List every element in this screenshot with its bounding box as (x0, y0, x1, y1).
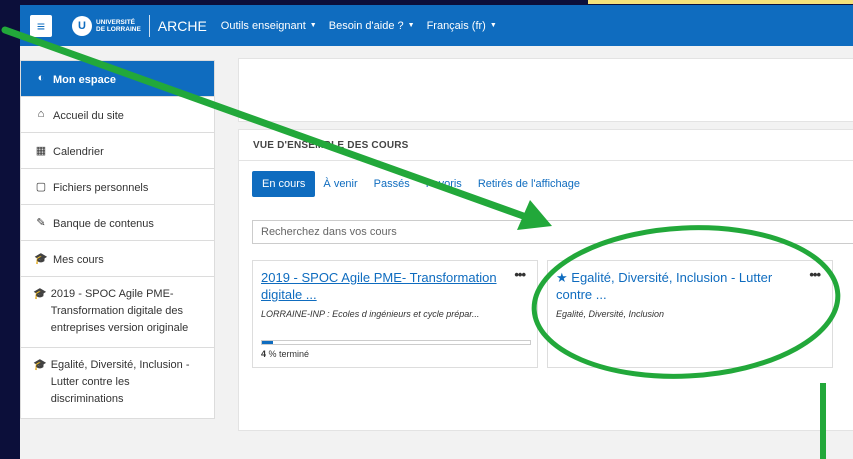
sidebar-item-label: 2019 - SPOC Agile PME-Transformation dig… (50, 288, 189, 334)
course-category: Egalité, Diversité, Inclusion (556, 309, 665, 319)
tab-favoris[interactable]: Favoris (418, 171, 470, 197)
tab-en-cours[interactable]: En cours (252, 171, 316, 197)
sidebar-item-banque[interactable]: ✎ Banque de contenus (21, 205, 214, 241)
nav-language[interactable]: Français (fr) ▼ (427, 20, 497, 32)
sidebar-item-label: Banque de contenus (53, 218, 154, 230)
graduation-cap-icon: 🎓 (33, 359, 47, 371)
sidebar-item-mon-espace[interactable]: ◐ Mon espace (21, 61, 214, 97)
hamburger-menu-icon[interactable]: ≡ (30, 14, 52, 37)
star-icon: ★ (556, 270, 568, 285)
logo-line-1: UNIVERSITÉ (96, 18, 136, 26)
sidebar-item-label: Mon espace (53, 74, 116, 86)
sidebar-item-mes-cours[interactable]: 🎓 Mes cours (21, 241, 214, 277)
yellow-strip (588, 0, 853, 4)
progress-fill (262, 341, 273, 344)
course-card[interactable]: ★ Egalité, Diversité, Inclusion - Lutter… (547, 260, 833, 368)
course-category: LORRAINE-INP : Ecoles d ingénieurs et cy… (261, 309, 480, 319)
graduation-cap-icon: 🎓 (33, 288, 47, 300)
course-card[interactable]: 2019 - SPOC Agile PME- Transformation di… (252, 260, 538, 368)
dashboard-icon: ◐ (37, 72, 45, 84)
sidebar-item-course-egalite[interactable]: 🎓 Egalité, Diversité, Inclusion - Lutter… (21, 348, 214, 418)
tab-a-venir[interactable]: À venir (315, 171, 365, 197)
progress-suffix: % terminé (266, 349, 310, 359)
home-icon: ⌂ (37, 108, 45, 120)
more-options-icon[interactable]: ••• (809, 267, 821, 282)
sidebar: ◐ Mon espace ⌂ Accueil du site ▦ Calendr… (20, 60, 215, 419)
course-title-text: Egalité, Diversité, Inclusion - Lutter c… (556, 270, 773, 302)
calendar-icon: ▦ (35, 145, 47, 157)
logo-separator (148, 14, 150, 37)
nav-item-label: Outils enseignant (220, 19, 306, 32)
sidebar-item-accueil[interactable]: ⌂ Accueil du site (21, 97, 214, 133)
logo-line-2: DE LORRAINE (96, 25, 141, 33)
course-tabs: En cours À venir Passés Favoris Retirés … (252, 171, 588, 197)
course-title-link[interactable]: 2019 - SPOC Agile PME- Transformation di… (261, 269, 501, 303)
sidebar-item-fichiers[interactable]: ▢ Fichiers personnels (21, 169, 214, 205)
brush-icon: ✎ (36, 217, 46, 229)
course-overview-block: VUE D'ENSEMBLE DES COURS En cours À veni… (238, 129, 853, 431)
progress-label: 4 % terminé (261, 349, 309, 359)
section-title: VUE D'ENSEMBLE DES COURS (253, 140, 409, 151)
nav-item-label: Besoin d'aide ? (328, 19, 404, 32)
nav-item-label: Français (fr) (426, 19, 486, 32)
sidebar-item-label: Mes cours (53, 254, 104, 266)
university-logo-icon[interactable]: U (72, 15, 92, 36)
sidebar-item-label: Calendrier (53, 146, 104, 158)
course-title-link[interactable]: ★ Egalité, Diversité, Inclusion - Lutter… (556, 269, 786, 303)
sidebar-item-course-spoc[interactable]: 🎓 2019 - SPOC Agile PME-Transformation d… (21, 277, 214, 348)
nav-besoin-aide[interactable]: Besoin d'aide ? ▼ (329, 20, 415, 32)
sidebar-item-label: Egalité, Diversité, Inclusion - Lutter c… (50, 359, 190, 405)
page-content: ◐ Mon espace ⌂ Accueil du site ▦ Calendr… (20, 46, 853, 459)
more-options-icon[interactable]: ••• (514, 267, 526, 282)
caret-down-icon: ▼ (309, 22, 317, 29)
graduation-cap-icon: 🎓 (34, 253, 48, 265)
course-search-input[interactable]: Recherchez dans vos cours (252, 220, 853, 244)
file-icon: ▢ (35, 181, 47, 193)
university-logo-text[interactable]: UNIVERSITÉ DE LORRAINE (96, 19, 141, 33)
progress-bar (261, 340, 531, 345)
navbar: ≡ U UNIVERSITÉ DE LORRAINE ARCHE Outils … (20, 5, 853, 46)
sidebar-item-calendrier[interactable]: ▦ Calendrier (21, 133, 214, 169)
sidebar-item-label: Accueil du site (53, 110, 124, 122)
caret-down-icon: ▼ (407, 22, 415, 29)
nav-outils-enseignant[interactable]: Outils enseignant ▼ (221, 20, 317, 32)
sidebar-item-label: Fichiers personnels (53, 182, 149, 194)
app-name[interactable]: ARCHE (158, 18, 207, 34)
top-block (238, 58, 853, 122)
tab-passes[interactable]: Passés (366, 171, 418, 197)
caret-down-icon: ▼ (489, 22, 497, 29)
tab-retires[interactable]: Retirés de l'affichage (470, 171, 588, 197)
section-divider (239, 160, 853, 161)
